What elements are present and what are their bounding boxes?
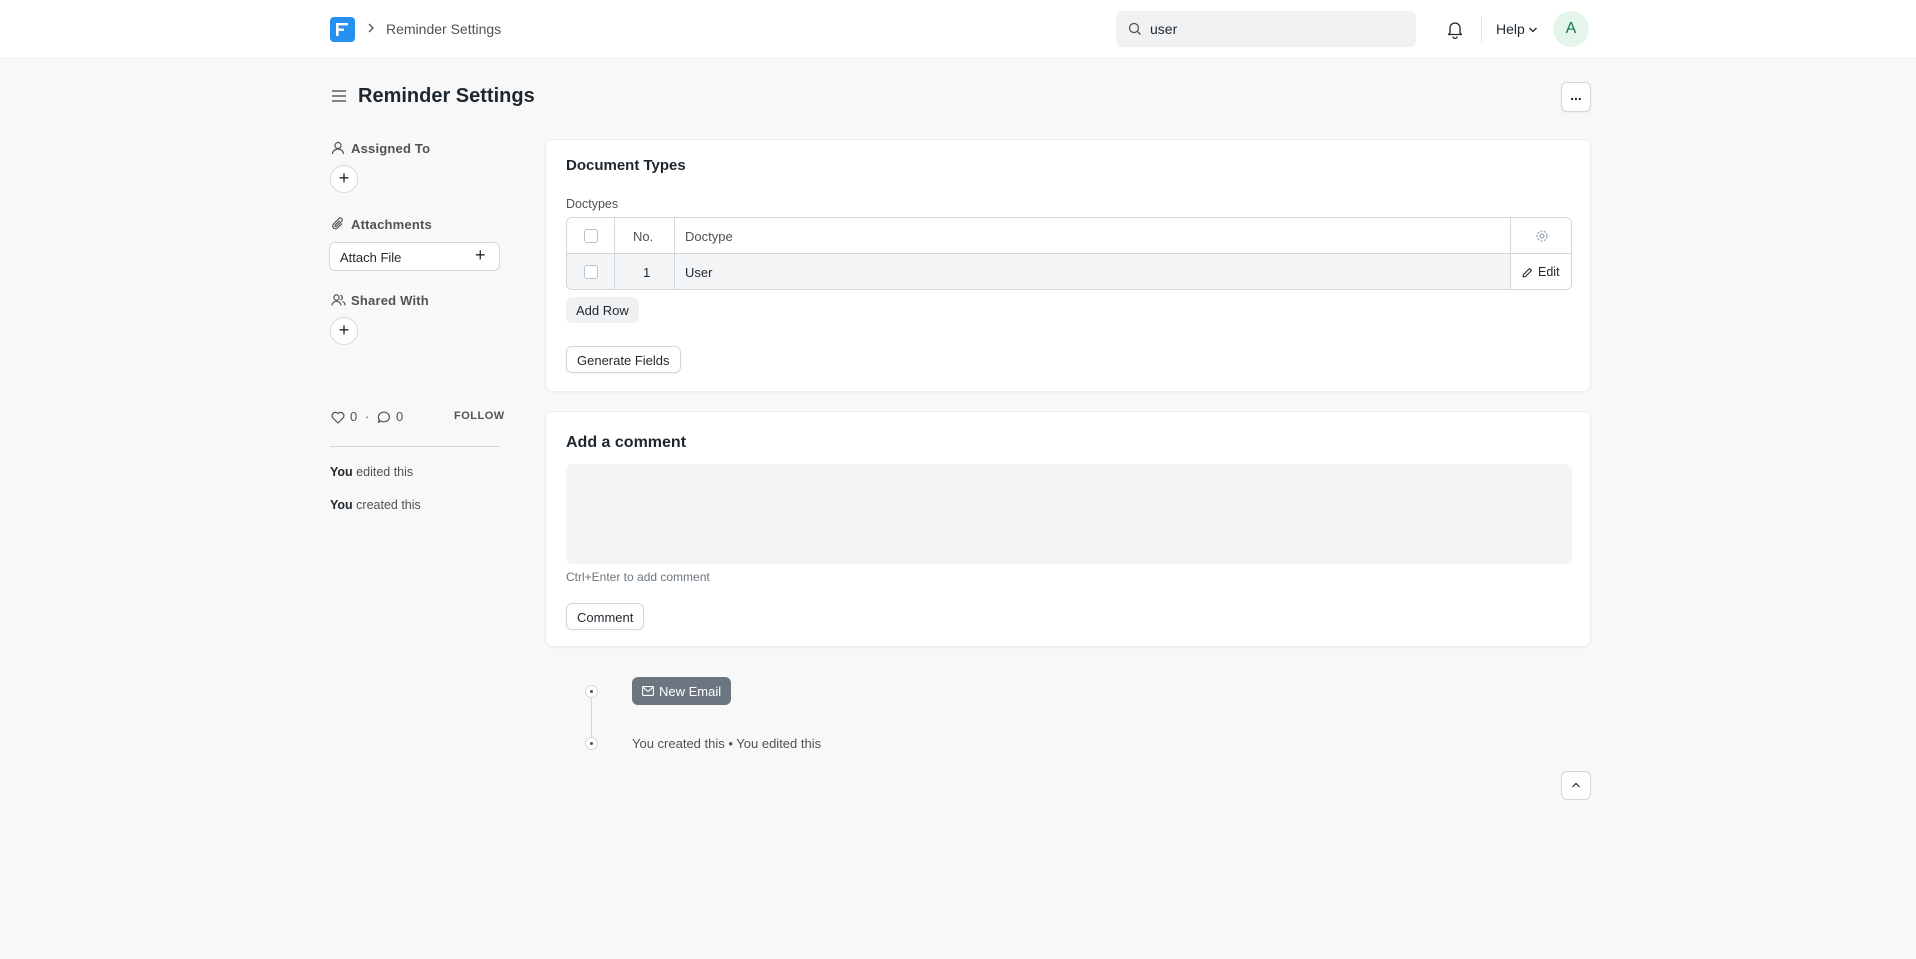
assigned-to-label: Assigned To — [331, 141, 430, 156]
timeline-summary: You created this • You edited this — [632, 736, 822, 751]
section-title: Document Types — [566, 157, 686, 174]
comment-section: Add a comment Ctrl+Enter to add comment … — [545, 411, 1591, 647]
app-logo-icon[interactable] — [330, 17, 355, 42]
gear-icon[interactable] — [1535, 229, 1549, 243]
column-header-no: No. — [633, 229, 654, 244]
navbar-divider — [1481, 16, 1482, 42]
chevron-up-icon — [1572, 782, 1580, 788]
table-row[interactable]: 1 User — [567, 254, 1571, 289]
document-types-section: Document Types Doctypes No. Doctype 1 Us… — [545, 139, 1591, 392]
breadcrumb[interactable]: Reminder Settings — [386, 21, 501, 37]
attach-file-button[interactable]: Attach File + — [329, 242, 500, 271]
edit-label: Edit — [1538, 265, 1560, 279]
search-icon — [1128, 22, 1141, 35]
column-divider — [614, 218, 615, 289]
timeline-line — [591, 691, 592, 743]
row-number: 1 — [643, 265, 651, 280]
add-row-button[interactable]: Add Row — [566, 297, 639, 323]
activity-item: You created this — [330, 498, 421, 512]
chevron-down-icon — [1529, 27, 1537, 33]
add-assignee-button[interactable]: + — [330, 165, 358, 193]
activity-item: You edited this — [330, 465, 414, 479]
notification-bell-icon[interactable] — [1446, 19, 1464, 42]
navbar: Reminder Settings Help A — [0, 0, 1916, 59]
stats-separator: · — [365, 409, 370, 424]
comment-input[interactable] — [566, 464, 1572, 564]
comments-count: 0 — [396, 409, 404, 424]
pencil-icon — [1522, 268, 1532, 278]
help-dropdown[interactable]: Help — [1496, 21, 1537, 37]
column-header-doctype: Doctype — [685, 229, 733, 244]
search-bar[interactable] — [1116, 11, 1416, 47]
row-edit-button[interactable]: Edit — [1511, 254, 1571, 289]
doctype-cell[interactable]: User — [685, 265, 712, 280]
scroll-to-top-button[interactable] — [1561, 771, 1591, 800]
sidebar-toggle-icon[interactable] — [331, 89, 347, 106]
help-label: Help — [1496, 21, 1525, 37]
timeline-dot — [585, 737, 598, 750]
new-email-label: New Email — [659, 684, 722, 699]
follow-button[interactable]: FOLLOW — [454, 410, 505, 422]
page-title: Reminder Settings — [358, 85, 535, 107]
timeline-dot — [585, 685, 598, 698]
select-all-checkbox[interactable] — [584, 229, 598, 243]
more-actions-button[interactable]: ... — [1561, 82, 1591, 112]
shared-with-label: Shared With — [331, 293, 429, 308]
user-avatar[interactable]: A — [1553, 11, 1589, 47]
paperclip-icon — [332, 217, 343, 230]
generate-fields-button[interactable]: Generate Fields — [566, 346, 681, 373]
attachments-label: Attachments — [332, 217, 432, 232]
comment-button[interactable]: Comment — [566, 603, 645, 630]
doctypes-table: No. Doctype 1 User Edit — [566, 217, 1572, 290]
chevron-right-icon — [366, 21, 376, 38]
users-icon — [331, 294, 346, 306]
comment-title: Add a comment — [566, 434, 687, 451]
heart-icon[interactable] — [331, 411, 345, 424]
user-icon — [331, 141, 345, 155]
search-input[interactable] — [1150, 11, 1400, 47]
likes-count: 0 — [350, 409, 358, 424]
mail-icon — [642, 686, 654, 696]
column-divider — [674, 218, 675, 289]
comment-hint: Ctrl+Enter to add comment — [566, 570, 710, 584]
add-share-button[interactable]: + — [330, 317, 358, 345]
new-email-button[interactable]: New Email — [632, 677, 732, 705]
attach-file-label: Attach File — [340, 250, 402, 265]
comment-bubble-icon[interactable] — [377, 411, 391, 424]
doctypes-table-label: Doctypes — [566, 197, 619, 211]
plus-icon: + — [475, 245, 486, 265]
row-checkbox[interactable] — [584, 265, 598, 279]
sidebar-divider — [330, 446, 500, 447]
table-header-row: No. Doctype — [567, 218, 1571, 254]
